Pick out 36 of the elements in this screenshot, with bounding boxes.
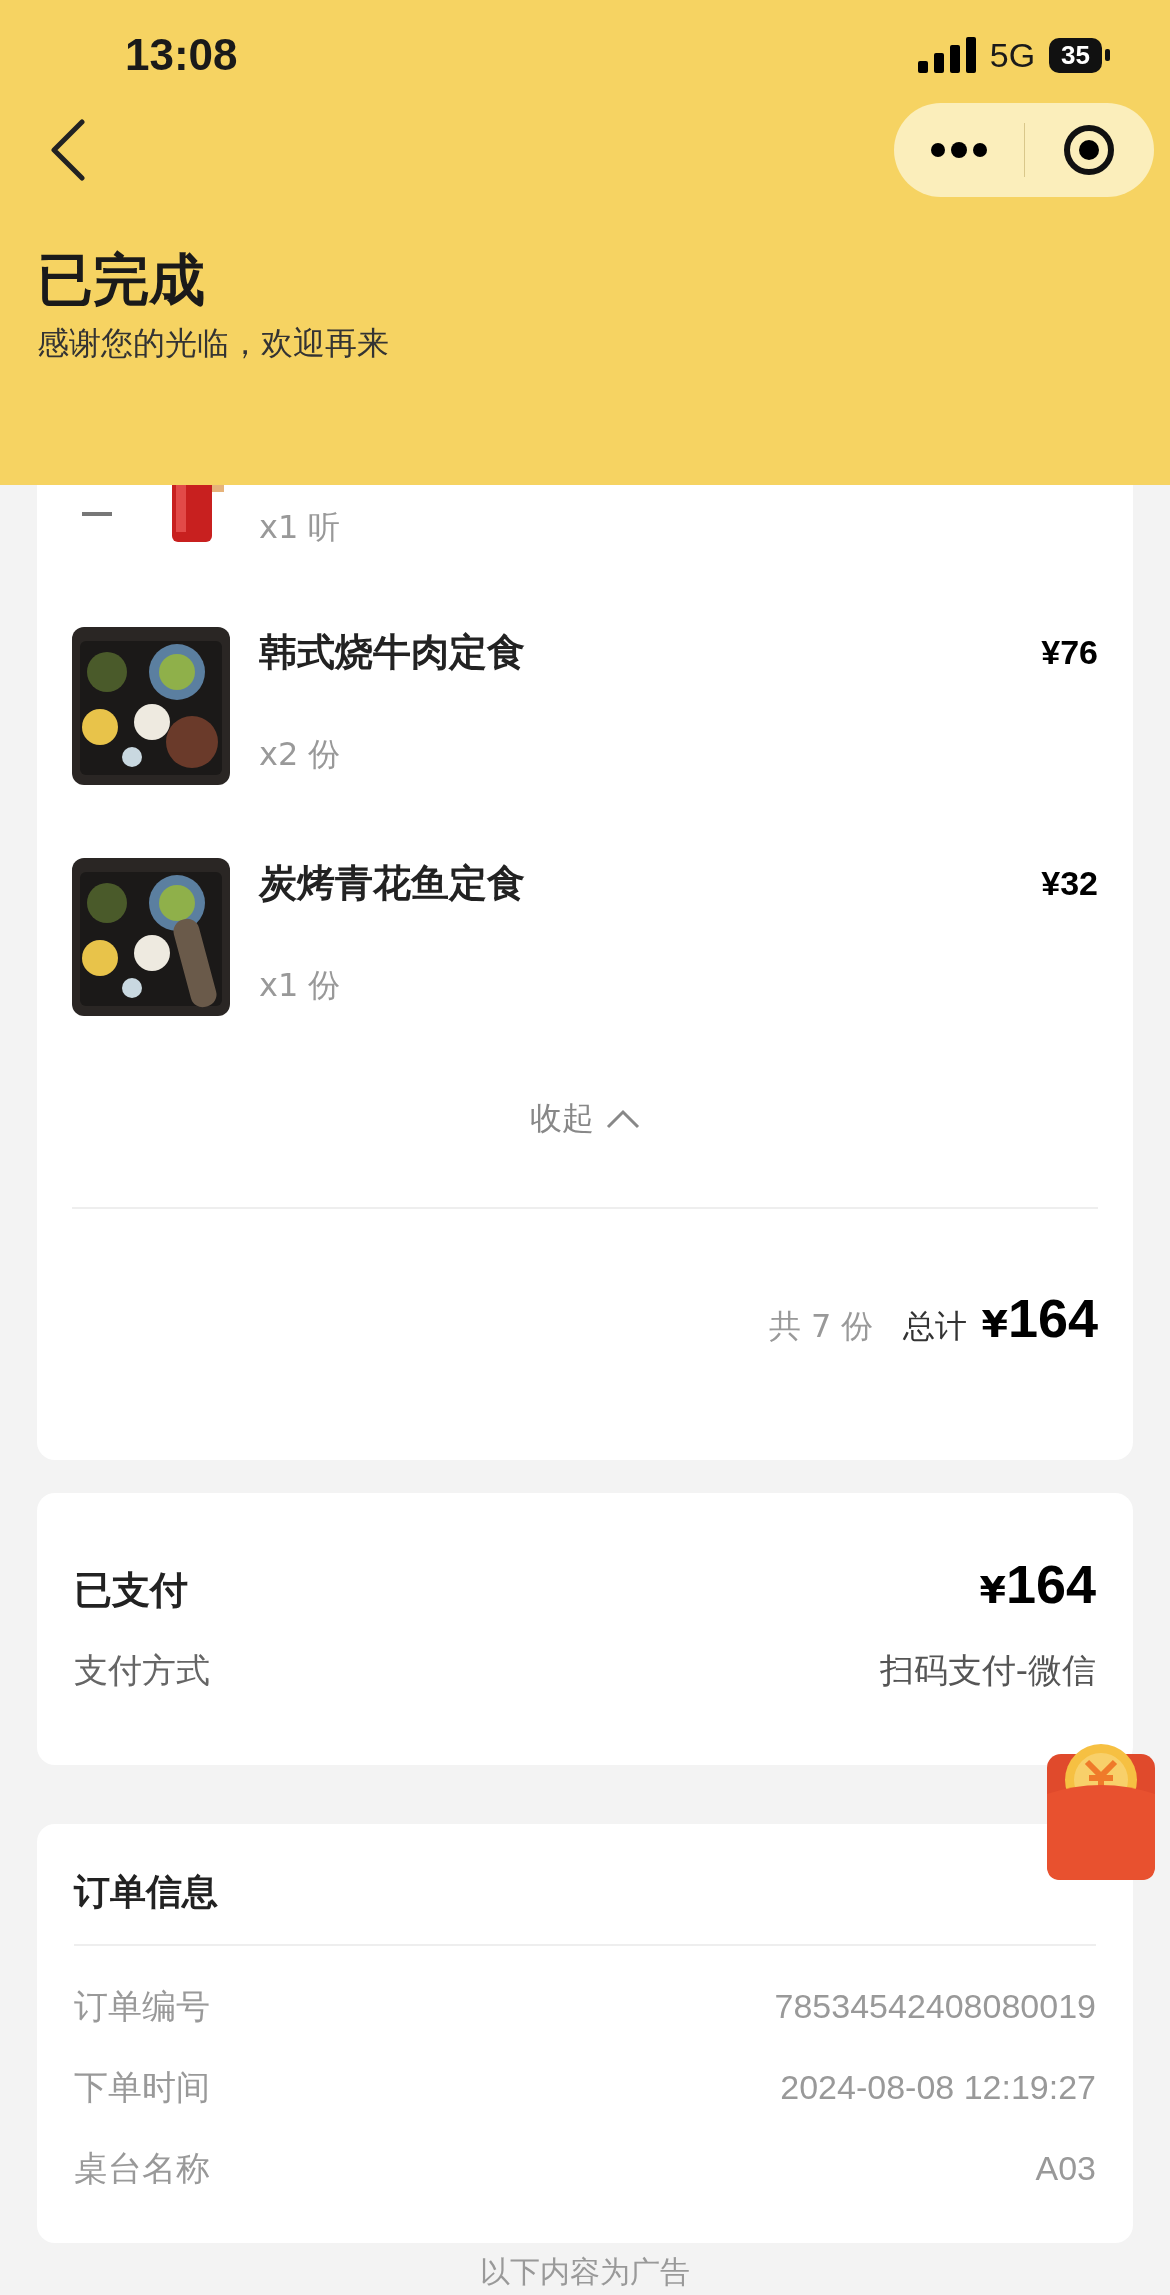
network-label: 5G — [989, 35, 1036, 75]
section-title: 订单信息 — [74, 1870, 219, 1914]
info-value: A03 — [1035, 2149, 1096, 2188]
signal-icon — [917, 37, 976, 73]
target-icon — [1062, 123, 1117, 177]
collapse-button[interactable]: 收起 — [72, 1089, 1098, 1149]
dish-quantity: x1 听 — [259, 507, 342, 548]
item-count: 共 7 份 — [768, 1306, 874, 1347]
paid-amount: 164 — [1005, 1553, 1096, 1615]
coin-envelope-icon[interactable] — [1045, 1742, 1157, 1882]
info-value: 2024-08-08 12:19:27 — [780, 2068, 1096, 2107]
dish-price: ¥32 — [1041, 863, 1098, 904]
status-time: 13:08 — [125, 30, 238, 80]
battery-level: 35 — [1049, 37, 1102, 73]
total-amount: 164 — [1007, 1287, 1098, 1349]
info-label: 订单编号 — [74, 1984, 210, 2028]
payment-method-label: 支付方式 — [74, 1649, 210, 1692]
info-value: 78534542408080019 — [774, 1987, 1096, 2026]
currency-symbol: ¥ — [979, 1568, 1006, 1612]
back-icon[interactable] — [50, 119, 86, 181]
dish-name: 韩式烧牛肉定食 — [259, 629, 525, 676]
info-label: 下单时间 — [74, 2065, 210, 2109]
more-icon — [929, 142, 988, 158]
dish-quantity: x1 份 — [259, 965, 342, 1006]
currency-symbol: ¥ — [981, 1302, 1008, 1346]
ad-notice: 以下内容为广告 — [479, 2255, 691, 2289]
payment-method: 扫码支付-微信 — [879, 1649, 1096, 1692]
dish-name: 炭烤青花鱼定食 — [259, 860, 525, 907]
payment-status: 已支付 — [74, 1567, 188, 1614]
page-subtitle: 感谢您的光临，欢迎再来 — [37, 323, 390, 364]
battery-tip-icon — [1105, 49, 1110, 61]
total-label: 总计 — [903, 1306, 968, 1347]
info-label: 桌台名称 — [74, 2146, 210, 2190]
dish-price: ¥76 — [1041, 632, 1098, 673]
page-title: 已完成 — [37, 246, 206, 314]
dish-quantity: x2 份 — [259, 734, 342, 775]
